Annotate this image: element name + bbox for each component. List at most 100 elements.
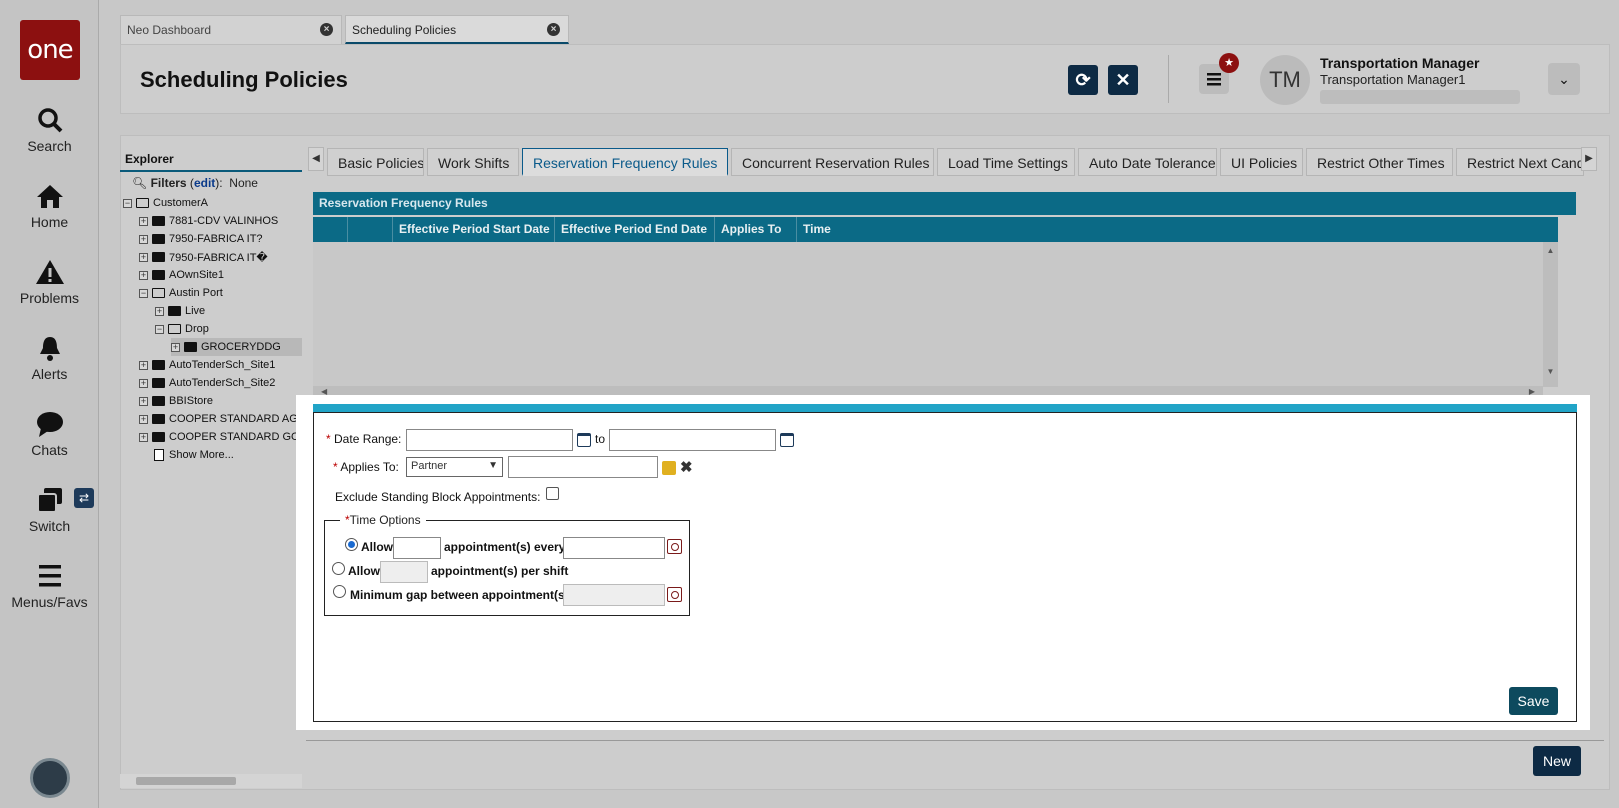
clear-icon[interactable]: ✖ (680, 458, 693, 476)
folder-icon (152, 252, 165, 262)
tree-node[interactable]: +7950-FABRICA IT� (139, 248, 268, 266)
tab-restrict-next-candidate[interactable]: Restrict Next Candi (1456, 148, 1584, 176)
allow-per-shift-radio[interactable] (332, 562, 345, 575)
lookup-icon[interactable] (662, 461, 676, 475)
tree-node-label: 7950-FABRICA IT? (169, 233, 263, 245)
chevron-down-icon: ⌄ (1558, 70, 1570, 87)
nav-problems[interactable]: Problems (0, 258, 99, 306)
expand-icon[interactable]: + (139, 360, 148, 370)
grid-column-end-date[interactable]: Effective Period End Date (555, 217, 715, 242)
bell-icon (39, 337, 60, 361)
expand-icon[interactable]: + (139, 396, 148, 406)
every-interval-input[interactable] (563, 537, 665, 559)
assistant-avatar[interactable] (30, 758, 70, 798)
filters-edit-link[interactable]: edit (194, 176, 215, 190)
show-more-link[interactable]: Show More... (154, 446, 234, 464)
tree-node[interactable]: + Live (155, 302, 205, 320)
tab-concurrent-reservation-rules[interactable]: Concurrent Reservation Rules (731, 148, 934, 176)
calendar-icon[interactable] (577, 433, 591, 447)
tree-node[interactable]: − Drop (155, 320, 209, 338)
grid-vertical-scrollbar[interactable]: ▲ ▼ (1543, 242, 1558, 387)
user-role: Transportation Manager (1320, 55, 1480, 71)
tree-node[interactable]: + BBIStore (139, 392, 213, 410)
tree-node-selected[interactable]: + GROCERYDDG (171, 338, 302, 356)
tab-basic-policies[interactable]: Basic Policies (327, 148, 424, 176)
close-page-button[interactable]: ✕ (1108, 65, 1138, 95)
time-picker-icon[interactable] (667, 539, 682, 554)
expand-icon[interactable]: + (139, 378, 148, 388)
min-gap-radio[interactable] (333, 585, 346, 598)
explorer-scrollbar[interactable] (120, 774, 302, 788)
tree-node[interactable]: − CustomerA (123, 194, 208, 212)
min-gap-input[interactable] (563, 584, 665, 606)
date-range-start-input[interactable] (406, 429, 573, 451)
allow-every-radio[interactable] (345, 538, 358, 551)
tab-auto-date-tolerance[interactable]: Auto Date Tolerance (1078, 148, 1217, 176)
nav-menus[interactable]: Menus/Favs (0, 562, 99, 610)
tab-ui-policies[interactable]: UI Policies (1220, 148, 1303, 176)
save-button[interactable]: Save (1509, 687, 1558, 715)
tab-reservation-frequency-rules[interactable]: Reservation Frequency Rules (522, 148, 728, 176)
per-shift-count-input[interactable] (380, 561, 428, 583)
tab-restrict-other-times[interactable]: Restrict Other Times (1306, 148, 1453, 176)
collapse-icon[interactable]: − (155, 324, 164, 334)
grid-column-applies-to[interactable]: Applies To (715, 217, 797, 242)
expand-icon[interactable]: + (155, 306, 164, 316)
user-dropdown-button[interactable]: ⌄ (1548, 63, 1580, 95)
applies-to-select[interactable]: Partner ▼ (406, 457, 503, 477)
calendar-icon[interactable] (780, 433, 794, 447)
user-avatar[interactable]: TM (1260, 55, 1310, 105)
expand-icon[interactable]: + (139, 234, 148, 244)
nav-alerts[interactable]: Alerts (0, 334, 99, 382)
collapse-icon[interactable]: − (139, 288, 148, 298)
tree-node[interactable]: +7881-CDV VALINHOS (139, 212, 278, 230)
tree-node[interactable]: + COOPER STANDARD AGUA (139, 410, 302, 428)
grid-column-start-date[interactable]: Effective Period Start Date (393, 217, 555, 242)
nav-chats[interactable]: Chats (0, 410, 99, 458)
new-button[interactable]: New (1533, 746, 1581, 776)
expand-icon[interactable]: + (139, 252, 148, 262)
expand-icon[interactable]: + (139, 270, 148, 280)
close-icon[interactable]: × (320, 23, 333, 36)
tab-neo-dashboard[interactable]: Neo Dashboard × (120, 15, 342, 44)
tree-node[interactable]: + AutoTenderSch_Site1 (139, 356, 275, 374)
nav-chats-label: Chats (31, 442, 68, 458)
arrow-down-icon[interactable]: ▼ (1543, 367, 1558, 376)
allow-count-input[interactable] (393, 537, 441, 559)
folder-icon (152, 432, 165, 442)
refresh-button[interactable]: ⟳ (1068, 65, 1098, 95)
tab-work-shifts[interactable]: Work Shifts (427, 148, 519, 176)
redacted-info (1320, 90, 1520, 104)
app-logo[interactable]: one (20, 20, 80, 80)
expand-icon[interactable]: + (139, 216, 148, 226)
home-icon (36, 185, 63, 208)
tree-node[interactable]: + AutoTenderSch_Site2 (139, 374, 275, 392)
folder-icon (152, 234, 165, 244)
tree-node[interactable]: + COOPER STANDARD GOLD (139, 428, 302, 446)
folder-icon (168, 306, 181, 316)
tabs-scroll-right[interactable]: ▶ (1581, 147, 1597, 171)
tree-node[interactable]: +7950-FABRICA IT? (139, 230, 263, 248)
expand-icon[interactable]: + (139, 414, 148, 424)
expand-icon[interactable]: + (139, 432, 148, 442)
scroll-thumb[interactable] (136, 777, 236, 785)
close-icon[interactable]: × (547, 23, 560, 36)
grid-column-time[interactable]: Time (797, 217, 1558, 242)
nav-home[interactable]: Home (0, 182, 99, 230)
collapse-icon[interactable]: − (123, 198, 132, 208)
applies-to-input[interactable] (508, 456, 658, 478)
tab-load-time-settings[interactable]: Load Time Settings (937, 148, 1075, 176)
date-range-end-input[interactable] (609, 429, 776, 451)
tree-node[interactable]: + AOwnSite1 (139, 266, 224, 284)
grid-column-actions[interactable] (348, 217, 393, 242)
tree-node[interactable]: − Austin Port (139, 284, 223, 302)
expand-icon[interactable]: + (171, 342, 180, 352)
time-picker-icon[interactable] (667, 587, 682, 602)
tab-scheduling-policies[interactable]: Scheduling Policies × (345, 15, 569, 44)
arrow-up-icon[interactable]: ▲ (1543, 246, 1558, 255)
grid-column-select[interactable] (313, 217, 348, 242)
nav-search[interactable]: Search (0, 106, 99, 154)
tabs-scroll-left[interactable]: ◀ (308, 147, 324, 171)
every-label: appointment(s) every: (444, 540, 570, 554)
exclude-standing-checkbox[interactable] (546, 487, 559, 500)
